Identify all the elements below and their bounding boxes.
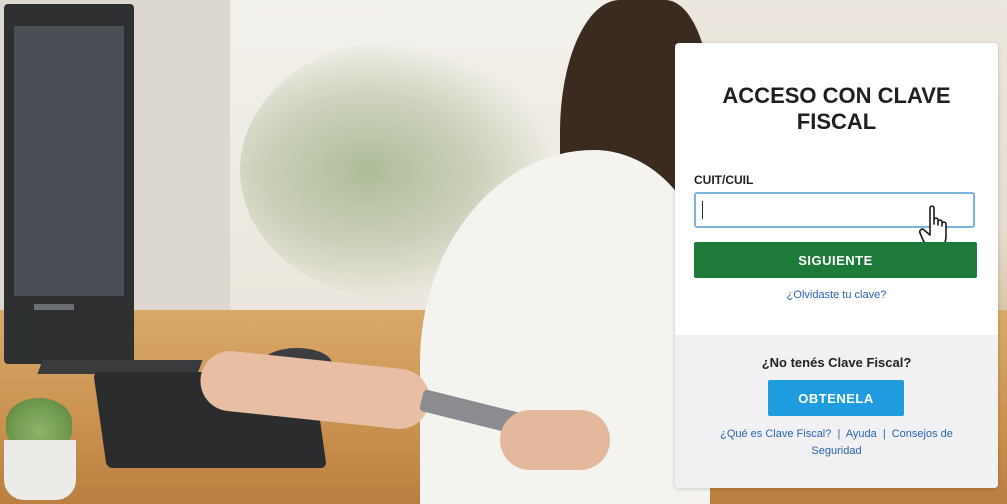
help-links: ¿Qué es Clave Fiscal? | Ayuda | Consejos… [705,426,968,460]
succulent-plant [6,398,72,446]
monitor-screen [14,26,124,296]
forgot-password-link[interactable]: ¿Olvidaste tu clave? [675,289,998,301]
text-caret [702,201,703,219]
person-figure [197,0,710,504]
get-key-button[interactable]: OBTENELA [768,380,904,416]
link-separator: | [837,428,841,440]
help-link[interactable]: Ayuda [846,428,877,440]
what-is-link[interactable]: ¿Qué es Clave Fiscal? [720,428,831,440]
plant-pot [4,440,76,500]
register-section: ¿No tenés Clave Fiscal? OBTENELA ¿Qué es… [675,335,998,488]
login-title: ACCESO CON CLAVE FISCAL [722,83,951,134]
person-hand [500,410,610,470]
next-button[interactable]: SIGUIENTE [694,242,977,278]
login-card: ACCESO CON CLAVE FISCAL CUIT/CUIL SIGUIE… [675,43,998,488]
link-separator: | [882,428,886,440]
register-prompt: ¿No tenés Clave Fiscal? [761,355,912,370]
monitor-logo [34,304,74,310]
background-photo: ACCESO CON CLAVE FISCAL CUIT/CUIL SIGUIE… [0,0,1007,504]
computer-monitor [4,4,134,364]
cuit-label: CUIT/CUIL [694,173,754,187]
